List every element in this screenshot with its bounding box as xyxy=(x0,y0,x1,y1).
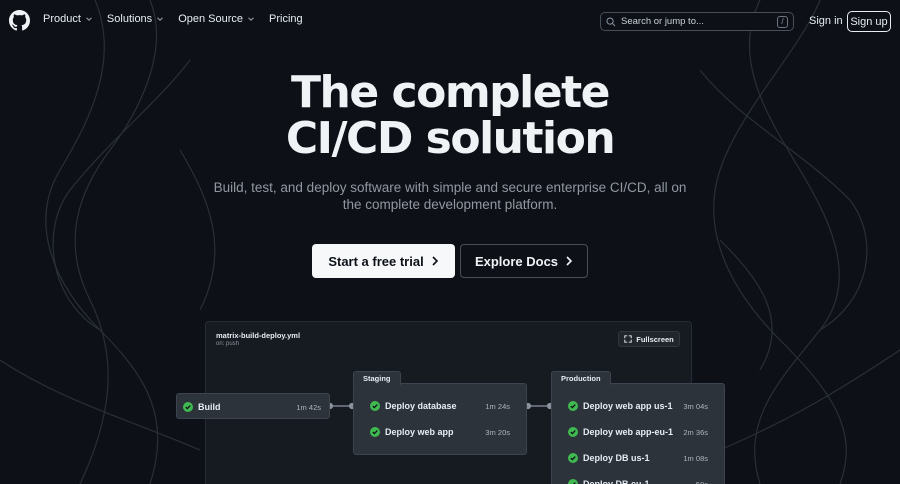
start-free-trial-button[interactable]: Start a free trial xyxy=(312,244,455,278)
fullscreen-label: Fullscreen xyxy=(636,334,674,344)
workflow-trigger: on: push xyxy=(216,341,240,347)
staging-group: Deploy database 1m 24s Deploy web app 3m 20… xyxy=(353,383,527,455)
job-label: Deploy web app-eu-1 xyxy=(583,427,674,437)
nav-item-solutions[interactable]: Solutions xyxy=(107,13,164,25)
job-row[interactable]: Deploy web app us-1 3m 04s xyxy=(552,398,724,414)
hero-subtitle-line-1: Build, test, and deploy software with si… xyxy=(213,180,687,195)
job-label: Deploy database xyxy=(385,401,457,411)
chevron-right-icon xyxy=(566,256,573,266)
success-check-icon xyxy=(568,401,578,411)
sign-up-button[interactable]: Sign up xyxy=(847,11,891,32)
staging-group-tab: Staging xyxy=(353,371,401,385)
hero-subtitle-line-2: the complete development platform. xyxy=(342,197,558,212)
search-input[interactable]: Search or jump to... / xyxy=(600,12,794,31)
build-job-duration: 1m 42s xyxy=(296,402,321,412)
build-job-label: Build xyxy=(198,402,221,412)
workflow-file-name: matrix-build-deploy.yml xyxy=(216,331,301,340)
nav-item-label: Product xyxy=(43,13,81,25)
github-logo-icon[interactable] xyxy=(9,10,30,31)
nav-item-product[interactable]: Product xyxy=(43,13,93,25)
success-check-icon xyxy=(568,453,578,463)
sign-in-link[interactable]: Sign in xyxy=(809,15,843,27)
search-shortcut-key: / xyxy=(777,15,788,28)
success-check-icon xyxy=(183,402,193,412)
chevron-down-icon xyxy=(86,17,92,21)
job-row[interactable]: Deploy web app-eu-1 2m 36s xyxy=(552,424,724,440)
hero-title-line-1: The complete xyxy=(291,67,610,118)
job-duration: 3m 04s xyxy=(683,401,708,411)
hero-title-line-2: CI/CD solution xyxy=(285,113,616,164)
success-check-icon xyxy=(568,427,578,437)
nav-item-label: Open Source xyxy=(178,13,244,25)
job-duration: 1m 24s xyxy=(485,401,510,411)
job-duration: 2m 36s xyxy=(683,427,708,437)
start-free-trial-label: Start a free trial xyxy=(328,253,424,269)
explore-docs-button[interactable]: Explore Docs xyxy=(460,244,588,278)
job-label: Deploy DB us-1 xyxy=(583,453,650,463)
job-duration: 59s xyxy=(695,479,708,484)
build-job-row: Build 1m 42s xyxy=(177,399,329,415)
job-duration: 1m 08s xyxy=(683,453,708,463)
search-placeholder: Search or jump to... xyxy=(621,16,704,27)
job-row[interactable]: Deploy DB eu-1 59s xyxy=(552,476,724,484)
nav-item-pricing[interactable]: Pricing xyxy=(269,13,303,25)
chevron-down-icon xyxy=(248,17,254,21)
job-label: Deploy web app us-1 xyxy=(583,401,673,411)
job-duration: 3m 20s xyxy=(485,427,510,437)
production-group-tab: Production xyxy=(551,371,611,385)
chevron-down-icon xyxy=(157,17,164,21)
nav-item-label: Pricing xyxy=(269,13,303,25)
hero-subtitle: Build, test, and deploy software with si… xyxy=(0,179,900,213)
success-check-icon xyxy=(370,401,380,411)
fullscreen-icon xyxy=(624,335,632,343)
nav-item-label: Solutions xyxy=(106,13,153,25)
nav-item-open-source[interactable]: Open Source xyxy=(178,13,255,25)
job-label: Deploy web app xyxy=(385,427,454,437)
nav-menu: Product Solutions Open Source Pricing xyxy=(43,13,317,25)
top-nav: Product Solutions Open Source Pricing Searc… xyxy=(0,0,900,42)
job-row[interactable]: Deploy DB us-1 1m 08s xyxy=(552,450,724,466)
explore-docs-label: Explore Docs xyxy=(474,253,559,269)
search-icon xyxy=(606,16,616,26)
job-row[interactable]: Deploy web app 3m 20s xyxy=(354,424,526,440)
build-job-card[interactable]: Build 1m 42s xyxy=(176,393,330,419)
hero-section: The complete CI/CD solution Build, test,… xyxy=(0,70,900,213)
production-group: Deploy web app us-1 3m 04s Deploy web app-… xyxy=(551,383,725,484)
success-check-icon xyxy=(568,479,578,484)
job-row[interactable]: Deploy database 1m 24s xyxy=(354,398,526,414)
job-label: Deploy DB eu-1 xyxy=(583,479,650,484)
chevron-right-icon xyxy=(432,256,438,266)
fullscreen-button[interactable]: Fullscreen xyxy=(618,331,680,347)
success-check-icon xyxy=(370,427,380,437)
